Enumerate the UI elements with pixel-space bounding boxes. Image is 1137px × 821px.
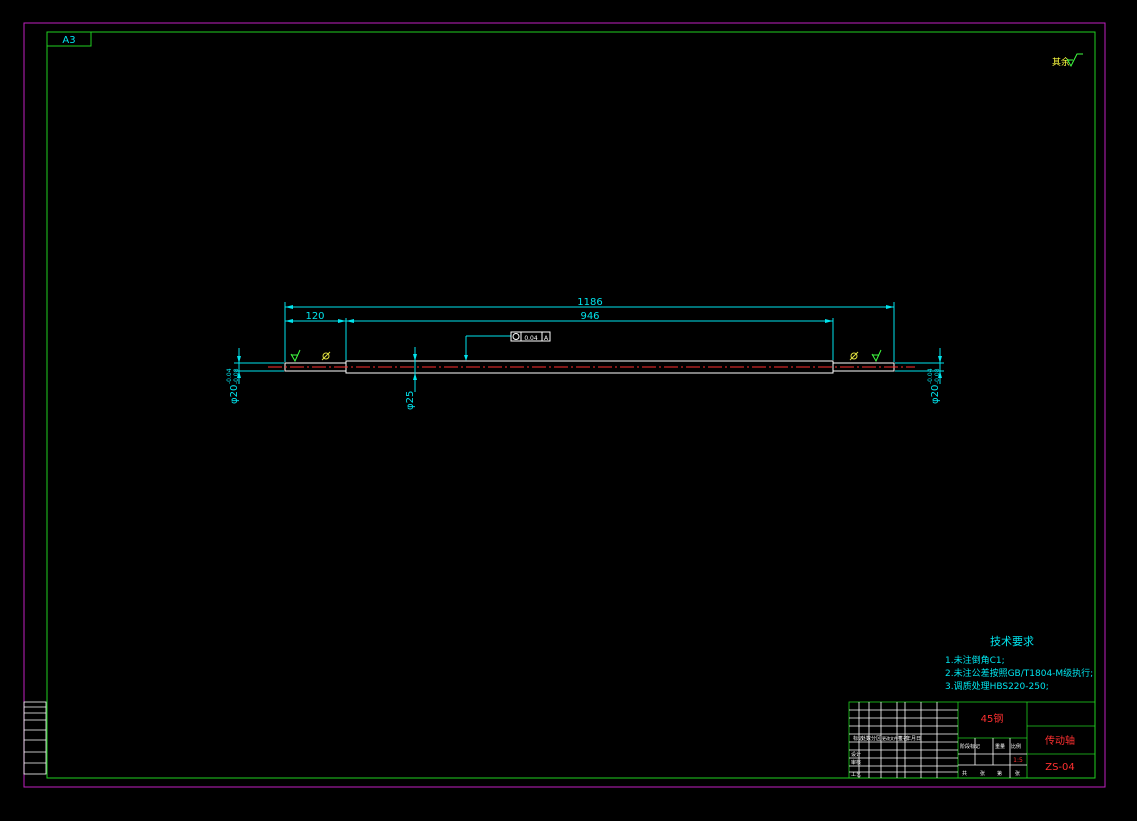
scale-label: 比例 bbox=[1011, 743, 1021, 750]
role-process: 工艺 bbox=[851, 772, 861, 778]
hdr-count: 处数 bbox=[861, 735, 871, 742]
sheet-total-label: 共 bbox=[962, 770, 967, 777]
dim-middle-length-text: 946 bbox=[580, 311, 599, 322]
tech-req-title: 技术要求 bbox=[990, 635, 1034, 648]
stage-mark-label: 阶段标记 bbox=[960, 743, 980, 750]
dim-left-diameter: φ20 -0.04 -0.08 bbox=[226, 348, 241, 404]
role-review: 审核 bbox=[851, 759, 861, 766]
dim-left-tol-lower: -0.08 bbox=[233, 368, 240, 384]
hdr-date: 年月日 bbox=[906, 735, 921, 742]
dim-middle-diameter: φ25 bbox=[405, 347, 417, 410]
tolerance-value: 0.04 bbox=[524, 335, 538, 342]
dim-middle-diameter-text: φ25 bbox=[405, 391, 416, 410]
dim-right-tol-upper: -0.04 bbox=[927, 368, 934, 384]
surface-note-text: 其余 bbox=[1052, 56, 1070, 68]
dim-left-step: 120 bbox=[285, 311, 346, 323]
dim-right-tol-lower: -0.08 bbox=[934, 368, 941, 384]
material-text: 45钢 bbox=[981, 712, 1004, 725]
sheet-size-label: A3 bbox=[62, 35, 75, 46]
roughness-check-icon bbox=[1066, 53, 1083, 68]
weight-label: 重量 bbox=[995, 743, 1005, 750]
drawing-number-text: ZS-04 bbox=[1045, 762, 1075, 773]
tech-req-item-3: 3.调质处理HBS220-250; bbox=[945, 680, 1049, 692]
roughness-icon-right bbox=[871, 349, 882, 363]
dim-left-tol-upper: -0.04 bbox=[226, 368, 233, 384]
dim-right-diameter-text: φ20 bbox=[930, 385, 941, 404]
tech-req-item-2: 2.未注公差按照GB/T1804-M级执行; bbox=[945, 667, 1093, 679]
drawing-canvas: A3 其余 1186 120 946 φ20 -0.04 -0.08 φ25 φ… bbox=[23, 22, 1106, 788]
dim-right-diameter: φ20 -0.04 -0.08 bbox=[927, 348, 942, 404]
scale-text: 1:5 bbox=[1013, 757, 1023, 764]
hdr-zone: 分区 bbox=[871, 735, 881, 742]
circular-runout-icon bbox=[512, 333, 520, 340]
inner-border bbox=[46, 31, 1096, 779]
dim-left-diameter-text: φ20 bbox=[229, 385, 240, 404]
part-name-text: 传动轴 bbox=[1045, 734, 1075, 747]
roughness-marks bbox=[290, 349, 882, 363]
form-tolerance-marks bbox=[321, 351, 859, 361]
cylindricity-icon-left bbox=[321, 351, 331, 361]
cylindricity-icon-right bbox=[849, 351, 859, 361]
roughness-icon-left bbox=[290, 349, 301, 363]
role-design: 设计 bbox=[851, 751, 861, 758]
tech-req-item-1: 1.未注倒角C1; bbox=[945, 654, 1005, 666]
dim-overall-length: 1186 bbox=[285, 297, 894, 309]
dim-left-step-text: 120 bbox=[305, 311, 324, 322]
dim-overall-length-text: 1186 bbox=[577, 297, 602, 308]
left-side-table bbox=[23, 701, 47, 775]
sheet-unit-label-2: 张 bbox=[1015, 770, 1020, 777]
geometric-tolerance-frame: 0.04 A bbox=[464, 331, 551, 361]
dim-middle-length: 946 bbox=[346, 311, 833, 323]
sheet-unit-label-1: 张 bbox=[980, 770, 985, 777]
sheet-index-label: 第 bbox=[997, 770, 1002, 777]
outer-border bbox=[23, 22, 1106, 788]
